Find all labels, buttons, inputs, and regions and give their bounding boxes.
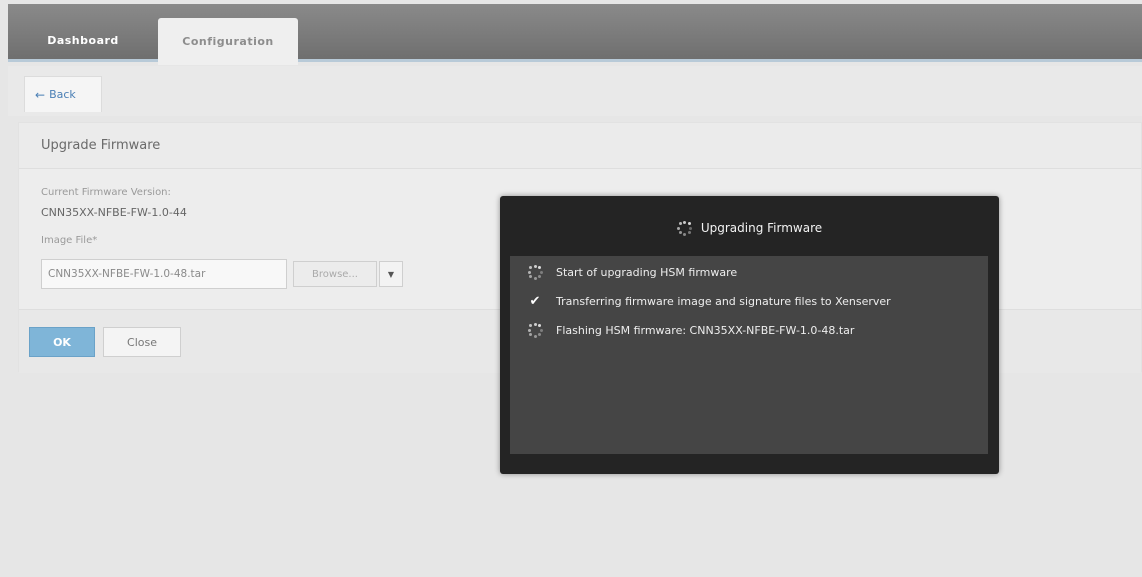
spinner-icon bbox=[677, 220, 693, 236]
browse-dropdown-button[interactable]: ▼ bbox=[379, 261, 403, 287]
tab-configuration[interactable]: Configuration bbox=[158, 18, 298, 65]
image-file-input[interactable]: CNN35XX-NFBE-FW-1.0-48.tar bbox=[41, 259, 287, 289]
top-nav-bar: Dashboard Configuration bbox=[8, 4, 1142, 65]
upgrade-progress-modal: Upgrading Firmware Start of upgrading HS… bbox=[500, 196, 999, 474]
close-button[interactable]: Close bbox=[103, 327, 181, 357]
check-icon: ✔ bbox=[529, 293, 541, 309]
list-item: Flashing HSM firmware: CNN35XX-NFBE-FW-1… bbox=[526, 320, 854, 340]
tab-dashboard[interactable]: Dashboard bbox=[38, 18, 128, 62]
step-label: Start of upgrading HSM firmware bbox=[556, 265, 738, 279]
chevron-down-icon: ▼ bbox=[387, 269, 395, 279]
browse-button[interactable]: Browse... bbox=[293, 261, 377, 287]
ok-button[interactable]: OK bbox=[29, 327, 95, 357]
list-item: ✔ Transferring firmware image and signat… bbox=[526, 291, 891, 311]
list-item: Start of upgrading HSM firmware bbox=[526, 262, 737, 282]
modal-title: Upgrading Firmware bbox=[500, 216, 999, 240]
current-version-value: CNN35XX-NFBE-FW-1.0-44 bbox=[41, 206, 187, 219]
back-button[interactable]: ← Back bbox=[24, 76, 102, 112]
modal-step-list: Start of upgrading HSM firmware ✔ Transf… bbox=[510, 256, 988, 454]
step-label: Transferring firmware image and signatur… bbox=[556, 294, 891, 308]
step-label: Flashing HSM firmware: CNN35XX-NFBE-FW-1… bbox=[556, 323, 855, 337]
spinner-icon bbox=[527, 322, 543, 338]
back-label: Back bbox=[49, 88, 76, 101]
image-file-label: Image File* bbox=[41, 235, 98, 246]
current-version-label: Current Firmware Version: bbox=[41, 187, 171, 198]
panel-title: Upgrade Firmware bbox=[19, 123, 1141, 169]
back-bar: ← Back bbox=[8, 66, 1142, 116]
modal-title-text: Upgrading Firmware bbox=[700, 221, 823, 235]
spinner-icon bbox=[527, 264, 543, 280]
arrow-left-icon: ← bbox=[35, 87, 46, 102]
